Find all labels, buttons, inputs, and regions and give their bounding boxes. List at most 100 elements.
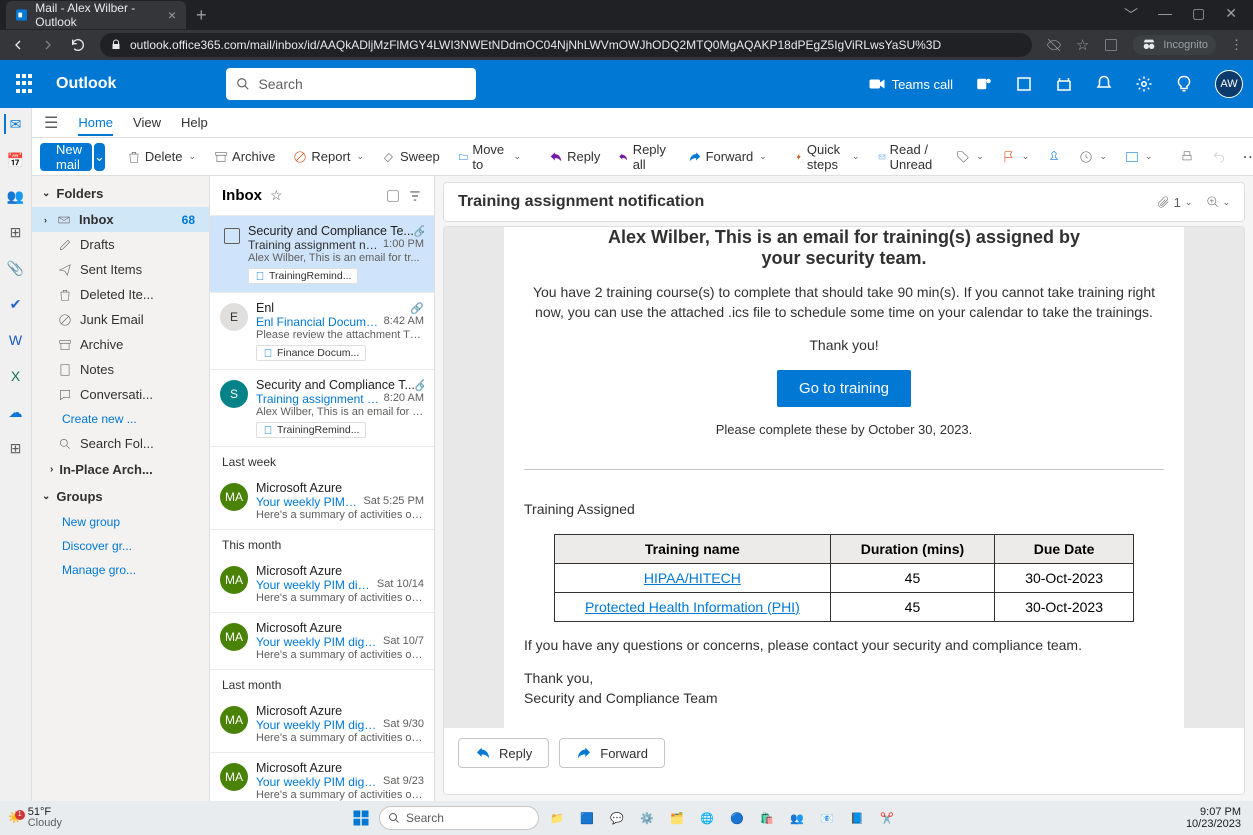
- forward-button[interactable]: Forward⌄: [682, 143, 773, 171]
- nav-reload-icon[interactable]: [70, 37, 86, 53]
- report-button[interactable]: Report⌄: [287, 143, 370, 171]
- group-link[interactable]: Discover gr...: [32, 534, 209, 558]
- folder-junkemail[interactable]: Junk Email: [32, 307, 209, 332]
- app-launcher-icon[interactable]: [16, 74, 36, 94]
- filter-icon[interactable]: [408, 189, 422, 203]
- new-mail-dropdown[interactable]: ⌄: [94, 143, 105, 171]
- attachment-count[interactable]: 1 ⌄: [1156, 195, 1193, 210]
- hamburger-icon[interactable]: ☰: [44, 113, 58, 133]
- message-item[interactable]: SSecurity and Compliance T...🔗Training a…: [210, 370, 434, 447]
- archive-button[interactable]: Archive: [208, 143, 281, 171]
- lightbulb-icon[interactable]: [1175, 75, 1193, 93]
- user-avatar[interactable]: AW: [1215, 70, 1243, 98]
- task-snip-icon[interactable]: ✂️: [875, 806, 899, 830]
- folder-drafts[interactable]: Drafts: [32, 232, 209, 257]
- attachment-chip[interactable]: TrainingRemind...: [248, 268, 358, 284]
- window-minimize2-icon[interactable]: —: [1158, 5, 1172, 25]
- message-item[interactable]: MAMicrosoft AzureYour weekly PIM diges..…: [210, 696, 434, 753]
- message-item[interactable]: Security and Compliance Te...🔗Training a…: [210, 216, 434, 293]
- zoom-button[interactable]: ⌄: [1206, 195, 1230, 209]
- meet-now-icon[interactable]: [1015, 75, 1033, 93]
- ribbon-more-icon[interactable]: ⋯: [1242, 147, 1253, 167]
- rail-todo-icon[interactable]: ✔: [6, 294, 26, 314]
- bell-icon[interactable]: [1095, 75, 1113, 93]
- task-settings-icon[interactable]: ⚙️: [635, 806, 659, 830]
- rail-more-apps-icon[interactable]: ⊞: [6, 438, 26, 458]
- task-chrome-icon[interactable]: 🔵: [725, 806, 749, 830]
- day-icon[interactable]: [1055, 75, 1073, 93]
- training-link[interactable]: Protected Health Information (PHI): [585, 599, 800, 615]
- browser-menu-icon[interactable]: ⋮: [1230, 37, 1243, 53]
- folders-header[interactable]: ⌄Folders: [32, 180, 209, 207]
- message-item[interactable]: MAMicrosoft AzureYour weekly PIM di...Sa…: [210, 473, 434, 530]
- start-button[interactable]: [349, 806, 373, 830]
- browser-tab[interactable]: Mail - Alex Wilber - Outlook ×: [6, 1, 186, 29]
- bookmark-icon[interactable]: ☆: [1076, 36, 1089, 54]
- tab-home[interactable]: Home: [78, 115, 113, 136]
- task-store-icon[interactable]: 🛍️: [755, 806, 779, 830]
- tag-button[interactable]: ⌄: [950, 143, 990, 171]
- in-place-archive[interactable]: ›In-Place Arch...: [32, 456, 209, 483]
- new-mail-button[interactable]: New mail: [40, 143, 92, 171]
- quick-steps-button[interactable]: Quick steps⌄: [789, 143, 866, 171]
- print-button[interactable]: [1174, 143, 1200, 171]
- rail-mail-icon[interactable]: ✉: [4, 114, 24, 134]
- teams-call-button[interactable]: Teams call: [868, 75, 953, 93]
- message-item[interactable]: MAMicrosoft AzureYour weekly PIM diges..…: [210, 556, 434, 613]
- window-minimize-icon[interactable]: ﹀: [1124, 5, 1138, 25]
- nav-forward-icon[interactable]: [40, 37, 56, 53]
- attachment-chip[interactable]: TrainingRemind...: [256, 422, 366, 438]
- task-teams-icon[interactable]: 👥: [785, 806, 809, 830]
- gear-icon[interactable]: [1135, 75, 1153, 93]
- groups-header[interactable]: ⌄Groups: [32, 483, 209, 510]
- reply-all-button[interactable]: Reply all: [612, 143, 675, 171]
- weather-widget[interactable]: ☀️1 51°FCloudy: [8, 807, 62, 829]
- favorite-icon[interactable]: ☆: [270, 187, 283, 204]
- rail-onedrive-icon[interactable]: ☁: [6, 402, 26, 422]
- tab-view[interactable]: View: [133, 115, 161, 130]
- read-unread-button[interactable]: Read / Unread: [872, 143, 945, 171]
- rail-calendar-icon[interactable]: 📅: [6, 150, 26, 170]
- undo-button[interactable]: [1206, 143, 1232, 171]
- select-mode-icon[interactable]: [386, 189, 400, 203]
- task-copilot-icon[interactable]: 🟦: [575, 806, 599, 830]
- attachment-chip[interactable]: Finance Docum...: [256, 345, 366, 361]
- training-link[interactable]: HIPAA/HITECH: [644, 570, 741, 586]
- message-item[interactable]: EEnl🔗Enl Financial Document8:42 AMPlease…: [210, 293, 434, 370]
- sweep-button[interactable]: Sweep: [376, 143, 446, 171]
- task-edge-icon[interactable]: 🌐: [695, 806, 719, 830]
- new-tab-button[interactable]: +: [186, 5, 217, 26]
- folder-deletedite[interactable]: Deleted Ite...: [32, 282, 209, 307]
- group-link[interactable]: Manage gro...: [32, 558, 209, 582]
- folder-sentitems[interactable]: Sent Items: [32, 257, 209, 282]
- task-word-icon[interactable]: 📘: [845, 806, 869, 830]
- folder-archive[interactable]: Archive: [32, 332, 209, 357]
- close-tab-icon[interactable]: ×: [168, 7, 176, 23]
- task-explorer-icon[interactable]: 📁: [545, 806, 569, 830]
- task-outlook-icon[interactable]: 📧: [815, 806, 839, 830]
- snooze-button[interactable]: ⌄: [1073, 143, 1113, 171]
- group-link[interactable]: New group: [32, 510, 209, 534]
- teams-icon[interactable]: [975, 75, 993, 93]
- folder-conversati[interactable]: Conversati...: [32, 382, 209, 407]
- immersive-button[interactable]: ⌄: [1119, 143, 1159, 171]
- search-folders[interactable]: Search Fol...: [32, 431, 209, 456]
- taskbar-clock[interactable]: 9:07 PM 10/23/2023: [1186, 806, 1245, 830]
- rail-word-icon[interactable]: W: [6, 330, 26, 350]
- reply-action-button[interactable]: Reply: [458, 738, 549, 768]
- delete-button[interactable]: Delete⌄: [121, 143, 202, 171]
- folder-inbox[interactable]: ›Inbox68: [32, 207, 209, 232]
- nav-back-icon[interactable]: [10, 37, 26, 53]
- flag-button[interactable]: ⌄: [996, 143, 1036, 171]
- folder-notes[interactable]: Notes: [32, 357, 209, 382]
- rail-files-icon[interactable]: 📎: [6, 258, 26, 278]
- window-maximize-icon[interactable]: ▢: [1192, 5, 1205, 25]
- reply-button[interactable]: Reply: [543, 143, 606, 171]
- rail-excel-icon[interactable]: X: [6, 366, 26, 386]
- rail-groups-icon[interactable]: ⊞: [6, 222, 26, 242]
- go-to-training-button[interactable]: Go to training: [777, 370, 911, 407]
- search-input[interactable]: Search: [226, 68, 476, 100]
- task-folder-icon[interactable]: 🗂️: [665, 806, 689, 830]
- task-chat-icon[interactable]: 💬: [605, 806, 629, 830]
- message-item[interactable]: MAMicrosoft AzureYour weekly PIM diges..…: [210, 753, 434, 801]
